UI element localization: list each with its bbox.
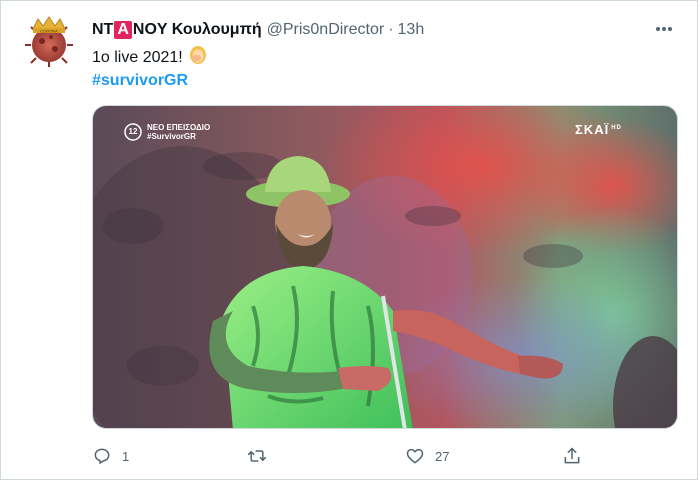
retweet-button[interactable] [247, 444, 277, 468]
woman-facepalming-emoji-icon [189, 45, 207, 72]
reply-button[interactable]: 1 [92, 444, 129, 468]
channel-logo: ΣΚΑΪ HD [575, 122, 622, 137]
user-handle[interactable]: @Pris0nDirector [267, 20, 385, 40]
more-options-button[interactable] [653, 19, 675, 39]
reply-count: 1 [122, 448, 130, 464]
tweet-body: 1o live 2021! [92, 49, 183, 66]
video-frame [93, 106, 677, 428]
share-button[interactable] [562, 444, 582, 468]
like-count: 27 [435, 448, 450, 464]
display-name[interactable]: NT A NOY Κουλουμπή [92, 20, 262, 40]
retweet-icon [247, 450, 267, 462]
overlay-hashtag: #SurvivorGR [147, 132, 196, 141]
tweet-actions: 1 27 [92, 444, 612, 468]
svg-text:CORONA: CORONA [40, 28, 58, 33]
tweet-timestamp[interactable]: 13h [398, 20, 425, 40]
hashtag-link[interactable]: #survivorGR [92, 70, 188, 92]
reply-icon [94, 448, 110, 464]
tweet-media[interactable]: 12 ΝΕΟ ΕΠΕΙΣΟΔΙΟ #SurvivorGR ΣΚΑΪ HD [92, 105, 678, 429]
channel-logo-suffix: HD [611, 124, 622, 131]
avatar[interactable]: CORONA [25, 15, 73, 67]
tweet-text: 1o live 2021! [92, 45, 207, 72]
display-name-suffix[interactable]: NOY Κουλουμπή [133, 21, 262, 38]
display-name-badge[interactable]: A [114, 21, 132, 39]
like-button[interactable]: 27 [405, 444, 449, 468]
tweet-card[interactable]: CORONA NT A NOY Κουλουμπή @Pris0nDirector … [0, 0, 698, 480]
more-horizontal-icon [656, 27, 672, 31]
channel-rating-badge: 12 [128, 127, 138, 136]
tweet-header: NT A NOY Κουλουμπή @Pris0nDirector · 13h [92, 20, 657, 40]
share-icon [564, 447, 580, 464]
header-separator: · [388, 21, 394, 38]
channel-logo-text: ΣΚΑΪ [575, 122, 610, 137]
heart-icon [406, 448, 424, 464]
new-episode-label: ΝΕΟ ΕΠΕΙΣΟΔΙΟ [147, 123, 211, 132]
display-name-prefix[interactable]: NT [92, 21, 113, 38]
